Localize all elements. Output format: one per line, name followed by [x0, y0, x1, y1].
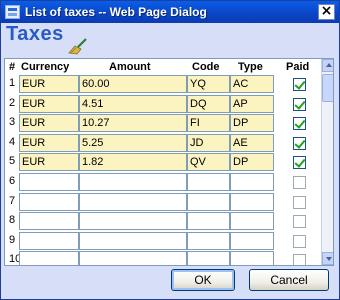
type-field[interactable]: [230, 231, 274, 250]
type-field[interactable]: [230, 251, 274, 265]
paid-checkbox[interactable]: [293, 136, 306, 150]
col-header-amount: Amount: [109, 61, 151, 73]
col-header-paid: Paid: [286, 61, 310, 73]
currency-field[interactable]: EUR: [19, 94, 79, 113]
col-header-type: Type: [238, 61, 263, 73]
row-number: 6: [9, 175, 16, 187]
code-field[interactable]: [187, 251, 230, 265]
scroll-thumb[interactable]: [322, 74, 333, 102]
row-number: 1: [9, 77, 16, 89]
row-number: 4: [9, 135, 16, 148]
type-field[interactable]: [230, 192, 274, 211]
currency-field[interactable]: [19, 212, 79, 231]
code-field[interactable]: [187, 173, 230, 191]
table-row: 1 EUR 60.00 YQ AC: [5, 74, 321, 93]
col-header-number: #: [9, 61, 16, 73]
code-field[interactable]: YQ: [187, 75, 230, 93]
paid-checkbox[interactable]: [293, 176, 306, 189]
table-row: 7: [5, 192, 321, 211]
amount-field[interactable]: [79, 192, 187, 211]
scroll-down-icon[interactable]: [322, 252, 333, 265]
col-header-currency: Currency: [21, 61, 70, 73]
dialog-window: List of taxes -- Web Page Dialog × Taxes…: [0, 0, 340, 300]
type-field[interactable]: AC: [230, 75, 274, 93]
broom-icon[interactable]: [67, 37, 89, 55]
currency-field[interactable]: EUR: [19, 133, 79, 152]
paid-checkbox[interactable]: [293, 195, 306, 209]
type-field[interactable]: [230, 173, 274, 191]
row-number: 7: [9, 194, 16, 207]
row-number: 2: [9, 96, 16, 109]
currency-field[interactable]: EUR: [19, 153, 79, 172]
page-title: Taxes: [6, 23, 64, 45]
window-title: List of taxes -- Web Page Dialog: [25, 5, 207, 19]
paid-checkbox[interactable]: [293, 97, 306, 111]
code-field[interactable]: QV: [187, 153, 230, 172]
row-number: 9: [9, 233, 16, 246]
ok-button[interactable]: OK: [171, 269, 235, 291]
paid-checkbox[interactable]: [293, 117, 306, 131]
paid-checkbox[interactable]: [293, 234, 306, 248]
table-row: 3 EUR 10.27 FI DP: [5, 113, 321, 133]
currency-field[interactable]: [19, 251, 79, 265]
code-field[interactable]: [187, 231, 230, 250]
vertical-scrollbar[interactable]: [321, 59, 333, 265]
amount-field[interactable]: 1.82: [79, 153, 187, 172]
scroll-up-icon[interactable]: [322, 59, 333, 72]
table-row: 10: [5, 250, 321, 265]
row-number: 5: [9, 155, 16, 168]
paid-checkbox[interactable]: [293, 78, 306, 91]
close-button[interactable]: ×: [318, 4, 335, 20]
paid-checkbox[interactable]: [293, 156, 306, 170]
amount-field[interactable]: [79, 173, 187, 191]
table-row: 8: [5, 211, 321, 231]
currency-field[interactable]: EUR: [19, 114, 79, 133]
amount-field[interactable]: 60.00: [79, 75, 187, 93]
amount-field[interactable]: 4.51: [79, 94, 187, 113]
amount-field[interactable]: 10.27: [79, 114, 187, 133]
type-field[interactable]: AP: [230, 94, 274, 113]
currency-field[interactable]: EUR: [19, 75, 79, 93]
amount-field[interactable]: 5.25: [79, 133, 187, 152]
table-row: 4 EUR 5.25 JD AE: [5, 133, 321, 152]
table-row: 6: [5, 172, 321, 191]
row-number: 8: [9, 214, 16, 227]
currency-field[interactable]: [19, 192, 79, 211]
table-row: 5 EUR 1.82 QV DP: [5, 152, 321, 172]
code-field[interactable]: [187, 212, 230, 231]
title-bar[interactable]: List of taxes -- Web Page Dialog ×: [1, 1, 339, 23]
code-field[interactable]: DQ: [187, 94, 230, 113]
taxes-table: # Currency Amount Code Type Paid 1 EUR 60.…: [4, 58, 334, 266]
window-icon: [5, 5, 20, 19]
cancel-button[interactable]: Cancel: [249, 269, 329, 291]
paid-checkbox[interactable]: [293, 215, 306, 229]
table-row: 9: [5, 231, 321, 250]
row-number: 3: [9, 116, 16, 129]
amount-field[interactable]: [79, 212, 187, 231]
type-field[interactable]: [230, 212, 274, 231]
type-field[interactable]: AE: [230, 133, 274, 152]
currency-field[interactable]: [19, 231, 79, 250]
currency-field[interactable]: [19, 173, 79, 191]
amount-field[interactable]: [79, 251, 187, 265]
code-field[interactable]: [187, 192, 230, 211]
code-field[interactable]: JD: [187, 133, 230, 152]
paid-checkbox[interactable]: [293, 254, 306, 265]
amount-field[interactable]: [79, 231, 187, 250]
code-field[interactable]: FI: [187, 114, 230, 133]
col-header-code: Code: [192, 61, 220, 73]
table-row: 2 EUR 4.51 DQ AP: [5, 94, 321, 113]
type-field[interactable]: DP: [230, 153, 274, 172]
type-field[interactable]: DP: [230, 114, 274, 133]
